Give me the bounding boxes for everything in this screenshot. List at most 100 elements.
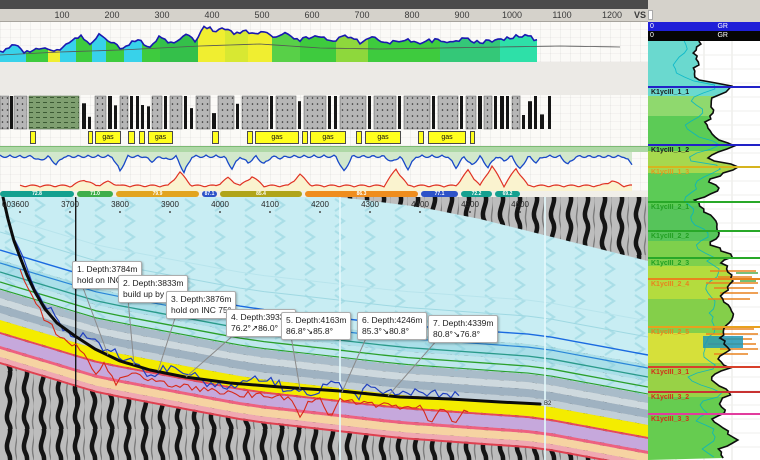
formation-label: K1ycIII_3_2 bbox=[651, 394, 689, 401]
gr-curve-track[interactable] bbox=[0, 22, 648, 62]
log-curves-plot bbox=[0, 152, 648, 191]
vs-ruler-tick: 1200 bbox=[602, 10, 622, 20]
depth-tick-dot bbox=[419, 211, 421, 213]
gas-show-box: gas bbox=[255, 131, 299, 144]
annotation-title: 3. Depth:3876m bbox=[171, 294, 231, 305]
depth-ruler-label: 4500 bbox=[461, 200, 479, 209]
secondary-curve-blob bbox=[703, 336, 743, 348]
formation-label: K1ycIII_3_3 bbox=[651, 416, 689, 423]
depth-ruler-label: 3600 bbox=[11, 200, 29, 209]
formation-top-line bbox=[648, 391, 760, 393]
formation-top-line bbox=[648, 366, 760, 368]
gas-show-box: gas bbox=[310, 131, 346, 144]
annotation-callout[interactable]: 5. Depth:4163m86.8°↘85.8° bbox=[281, 312, 351, 340]
depth-tick-dot bbox=[519, 211, 521, 213]
annotation-callout[interactable]: 6. Depth:4246m85.3°↘80.8° bbox=[357, 312, 427, 340]
depth-tick-dot bbox=[69, 211, 71, 213]
vs-ruler-tick: 600 bbox=[304, 10, 319, 20]
depth-tick-dot bbox=[269, 211, 271, 213]
gas-show-track[interactable]: gasgasgasgasgasgas bbox=[0, 130, 648, 146]
annotation-callout[interactable]: 7. Depth:4339m80.8°↘76.8° bbox=[428, 315, 498, 343]
vs-ruler-tick: 400 bbox=[204, 10, 219, 20]
depth-tick-dot bbox=[219, 211, 221, 213]
gas-show-box: gas bbox=[95, 131, 121, 144]
formation-label: K1ycIII_2_4 bbox=[651, 281, 689, 288]
vertical-gr-panel[interactable]: 0 GR 0 GR K1ycIII_1_1 K1ycIII_1_2 K1ycIII_… bbox=[648, 0, 760, 460]
depth-ruler-label: 4100 bbox=[261, 200, 279, 209]
lithology-track[interactable] bbox=[0, 95, 648, 130]
gas-show-box: gas bbox=[428, 131, 466, 144]
top-border-bar bbox=[0, 0, 648, 9]
annotation-title: 6. Depth:4246m bbox=[362, 315, 422, 326]
depth-tick-dot bbox=[369, 211, 371, 213]
gr-track-header-black[interactable]: 0 GR bbox=[648, 31, 760, 41]
cross-section-view[interactable]: 0036003700380039004000410042004300440045… bbox=[0, 197, 648, 460]
gr-scale-min: 0 bbox=[650, 31, 654, 41]
gr-log-display[interactable]: K1ycIII_1_1K1ycIII_1_2K1ycIII_1_3K1ycIII… bbox=[648, 41, 760, 460]
annotation-detail: 80.8°↘76.8° bbox=[433, 329, 493, 340]
depth-ruler-label: 4600 bbox=[511, 200, 529, 209]
vs-ruler-tick: 700 bbox=[354, 10, 369, 20]
vs-ruler-tick: 200 bbox=[104, 10, 119, 20]
formation-top-line bbox=[648, 413, 760, 415]
depth-ruler-label: 3800 bbox=[111, 200, 129, 209]
log-curves-track[interactable] bbox=[0, 152, 648, 191]
geosteering-app-window: 100200300400500600700800900100011001200V… bbox=[0, 0, 760, 460]
formation-label: K1ycIII_1_1 bbox=[651, 89, 689, 96]
gas-show-box-narrow bbox=[212, 131, 219, 144]
gr-curve-plot bbox=[0, 22, 648, 62]
depth-tick-dot bbox=[119, 211, 121, 213]
gas-show-box-narrow bbox=[128, 131, 135, 144]
formation-top-line bbox=[648, 257, 760, 259]
formation-top-line bbox=[648, 144, 760, 146]
depth-ruler-label: 3700 bbox=[61, 200, 79, 209]
depth-ruler-label: 4300 bbox=[361, 200, 379, 209]
vs-distance-ruler[interactable]: 100200300400500600700800900100011001200V… bbox=[0, 9, 648, 22]
gr-track-header-blue[interactable]: 0 GR bbox=[648, 22, 760, 31]
gas-show-box-narrow bbox=[139, 131, 145, 144]
depth-tick-dot bbox=[469, 211, 471, 213]
formation-label: K1ycIII_2_2 bbox=[651, 233, 689, 240]
gas-show-box-narrow bbox=[247, 131, 253, 144]
depth-ruler-edge-label: 00 bbox=[2, 200, 11, 209]
gas-show-box: gas bbox=[365, 131, 401, 144]
formation-top-line bbox=[648, 201, 760, 203]
formation-label: K1ycIII_2_1 bbox=[651, 204, 689, 211]
vs-ruler-tick: 800 bbox=[404, 10, 419, 20]
annotation-title: 2. Depth:3833m bbox=[123, 278, 183, 289]
vs-ruler-unit-label: VS bbox=[634, 10, 646, 20]
formation-top-line bbox=[648, 326, 760, 328]
formation-label: K1ycIII_3_1 bbox=[651, 369, 689, 376]
depth-ruler-label: 3900 bbox=[161, 200, 179, 209]
annotation-detail: 86.8°↘85.8° bbox=[286, 326, 346, 337]
vs-ruler-tick: 1100 bbox=[552, 10, 571, 20]
gas-show-box: gas bbox=[148, 131, 173, 144]
section-gridline bbox=[544, 197, 546, 460]
gr-scale-min: 0 bbox=[650, 22, 654, 31]
depth-ruler-label: 4000 bbox=[211, 200, 229, 209]
panel-ruler-header bbox=[648, 0, 760, 22]
red-curve-fill bbox=[20, 166, 632, 191]
gas-show-box-narrow bbox=[356, 131, 362, 144]
depth-tick-dot bbox=[169, 211, 171, 213]
formation-label: K1ycIII_1_2 bbox=[651, 147, 689, 154]
gas-show-box-narrow bbox=[30, 131, 36, 144]
panel-corner-chip bbox=[648, 10, 653, 20]
annotation-detail: hold on INC 75° bbox=[171, 305, 231, 316]
formation-top-line bbox=[648, 166, 760, 168]
trajectory-end-label: B2 bbox=[544, 401, 551, 407]
gas-show-box-narrow bbox=[470, 131, 475, 144]
gas-show-box-narrow bbox=[88, 131, 93, 144]
annotation-title: 1. Depth:3784m bbox=[77, 264, 137, 275]
annotation-title: 7. Depth:4339m bbox=[433, 318, 493, 329]
vs-ruler-tick: 1000 bbox=[502, 10, 522, 20]
lithology-columns bbox=[0, 95, 648, 130]
gr-curve-name: GR bbox=[717, 31, 728, 41]
depth-tick-dot bbox=[319, 211, 321, 213]
vs-ruler-tick: 900 bbox=[454, 10, 469, 20]
depth-ruler-label: 4400 bbox=[411, 200, 429, 209]
vs-ruler-tick: 100 bbox=[54, 10, 69, 20]
gas-show-box-narrow bbox=[302, 131, 308, 144]
formation-label: K1ycIII_2_5 bbox=[651, 329, 689, 336]
gas-show-box-narrow bbox=[418, 131, 424, 144]
